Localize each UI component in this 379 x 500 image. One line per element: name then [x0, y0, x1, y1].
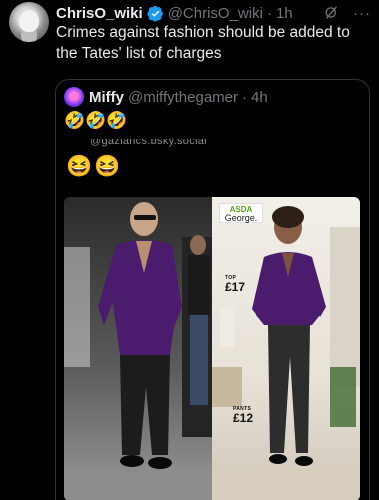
display-name[interactable]: ChrisO_wiki	[56, 5, 143, 22]
quote-text: 🤣🤣🤣	[64, 111, 128, 130]
separator-dot: ·	[266, 4, 272, 22]
verified-badge-icon	[147, 5, 164, 22]
top-price: £17	[225, 280, 246, 294]
photo-model-purple-top: ASDA George. TOP £17 PANTS £12	[212, 197, 360, 500]
quote-avatar[interactable]	[64, 87, 84, 107]
quote-header: Miffy @miffythegamer · 4h	[64, 87, 268, 107]
pants-price-tag: PANTS £12	[233, 406, 253, 424]
image-emojis: 😆😆	[66, 155, 123, 178]
tweet-text: Crimes against fashion should be added t…	[56, 24, 350, 62]
tweet[interactable]: ChrisO_wiki @ChrisO_wiki · 1h ··· Crimes…	[0, 0, 379, 500]
quote-timestamp[interactable]: 4h	[251, 89, 268, 106]
quote-media-image[interactable]: @gaziancs.bsky.social 😆😆 ASDA George. TO…	[56, 139, 369, 500]
retailer-logo: ASDA George.	[219, 203, 263, 223]
photo-man-purple-shirt	[64, 197, 212, 500]
grok-icon[interactable]	[323, 4, 341, 22]
quoted-tweet[interactable]: Miffy @miffythegamer · 4h 🤣🤣🤣 @gaziancs.…	[55, 79, 370, 500]
pants-price: £12	[233, 411, 254, 425]
image-faded-url: @gaziancs.bsky.social	[90, 139, 207, 147]
comparison-collage: ASDA George. TOP £17 PANTS £12	[64, 197, 360, 500]
tweet-header: ChrisO_wiki @ChrisO_wiki · 1h ···	[56, 3, 371, 23]
top-price-tag: TOP £17	[225, 275, 245, 293]
avatar[interactable]	[9, 2, 49, 42]
quote-separator-dot: ·	[242, 88, 247, 106]
quote-handle[interactable]: @miffythegamer	[128, 89, 238, 106]
handle[interactable]: @ChrisO_wiki	[168, 5, 263, 22]
logo-line-2: George.	[224, 213, 258, 223]
more-options-icon[interactable]: ···	[353, 5, 371, 22]
quote-display-name[interactable]: Miffy	[89, 89, 124, 106]
timestamp[interactable]: 1h	[276, 5, 293, 22]
